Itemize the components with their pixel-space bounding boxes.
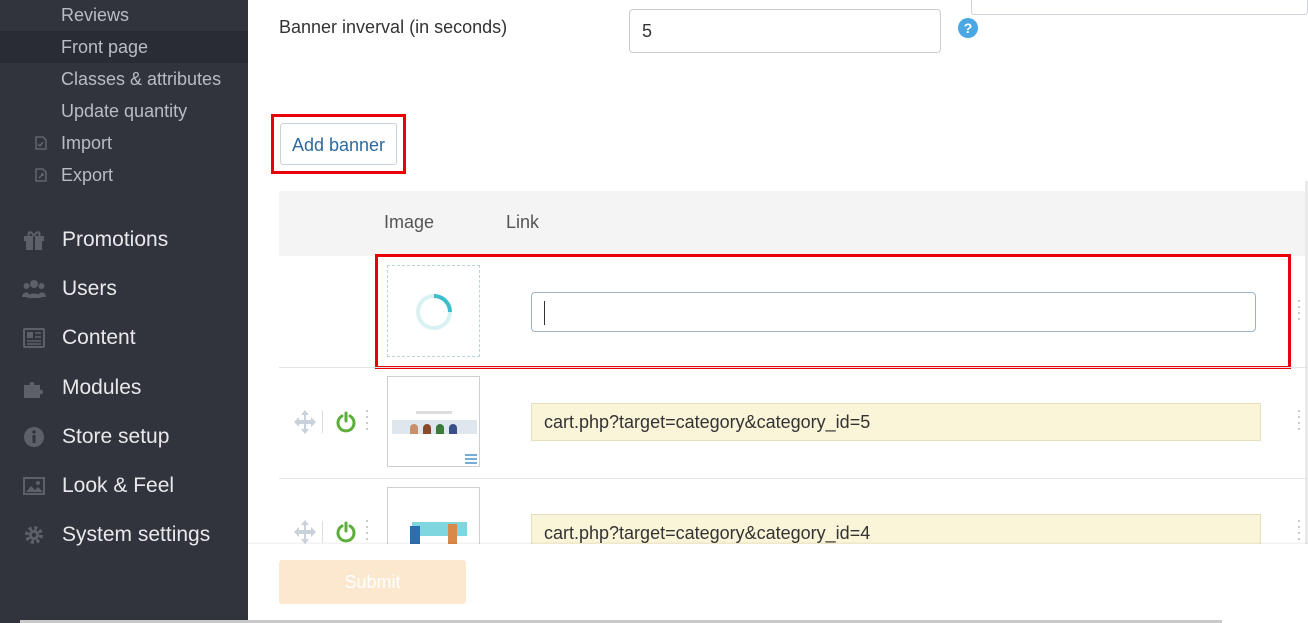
sidebar-item-look-feel[interactable]: Look & Feel xyxy=(0,466,248,506)
row-divider xyxy=(279,367,1308,368)
move-icon[interactable] xyxy=(292,409,318,435)
highlight-add-banner xyxy=(271,114,406,174)
menu-icon[interactable] xyxy=(465,454,477,464)
highlight-new-row xyxy=(375,254,1291,369)
sidebar-item-classes-attributes[interactable]: Classes & attributes xyxy=(0,63,248,95)
interval-input[interactable]: 5 xyxy=(629,9,941,53)
column-header-image: Image xyxy=(384,212,435,232)
interval-label: Banner inverval (in seconds) xyxy=(279,17,508,37)
banner-thumbnail[interactable] xyxy=(387,487,480,547)
newspaper-icon xyxy=(23,328,45,348)
move-icon[interactable] xyxy=(292,519,318,545)
submit-button[interactable]: Submit xyxy=(279,560,466,604)
import-icon xyxy=(35,136,47,150)
row-menu-icon[interactable] xyxy=(1298,520,1301,544)
help-icon[interactable]: ? xyxy=(958,18,978,38)
info-icon xyxy=(24,427,44,447)
sidebar-item-reviews[interactable]: Reviews xyxy=(0,0,248,31)
gift-icon xyxy=(24,231,44,250)
sidebar-item-import[interactable]: Import xyxy=(0,127,248,159)
puzzle-icon xyxy=(24,382,43,398)
power-icon[interactable] xyxy=(335,521,357,543)
row-divider xyxy=(279,478,1308,479)
export-icon xyxy=(35,168,47,182)
sidebar-item-users[interactable]: Users xyxy=(0,269,248,309)
row-menu-icon[interactable] xyxy=(1298,410,1301,434)
row-menu-icon[interactable] xyxy=(1298,300,1301,324)
banner-thumbnail[interactable] xyxy=(387,376,480,467)
sidebar-item-export[interactable]: Export xyxy=(0,159,248,191)
image-icon xyxy=(23,477,45,495)
gear-icon xyxy=(25,526,43,544)
users-icon xyxy=(22,280,46,298)
banner-link-input[interactable]: cart.php?target=category&category_id=5 xyxy=(531,403,1261,441)
sidebar-item-content[interactable]: Content xyxy=(0,318,248,358)
column-header-link: Link xyxy=(506,212,540,232)
sidebar-item-front-page[interactable]: Front page xyxy=(0,31,248,63)
sidebar-item-system-settings[interactable]: System settings xyxy=(0,515,248,555)
top-panel-edge xyxy=(971,0,1308,15)
sidebar-item-modules[interactable]: Modules xyxy=(0,368,248,408)
sidebar-item-promotions[interactable]: Promotions xyxy=(0,220,248,260)
drag-handle-icon[interactable] xyxy=(366,410,369,434)
sidebar-item-update-quantity[interactable]: Update quantity xyxy=(0,95,248,127)
sidebar: Reviews Front page Classes & attributes … xyxy=(0,0,248,623)
sidebar-item-store-setup[interactable]: Store setup xyxy=(0,417,248,457)
power-icon[interactable] xyxy=(335,411,357,433)
drag-handle-icon[interactable] xyxy=(366,520,369,544)
